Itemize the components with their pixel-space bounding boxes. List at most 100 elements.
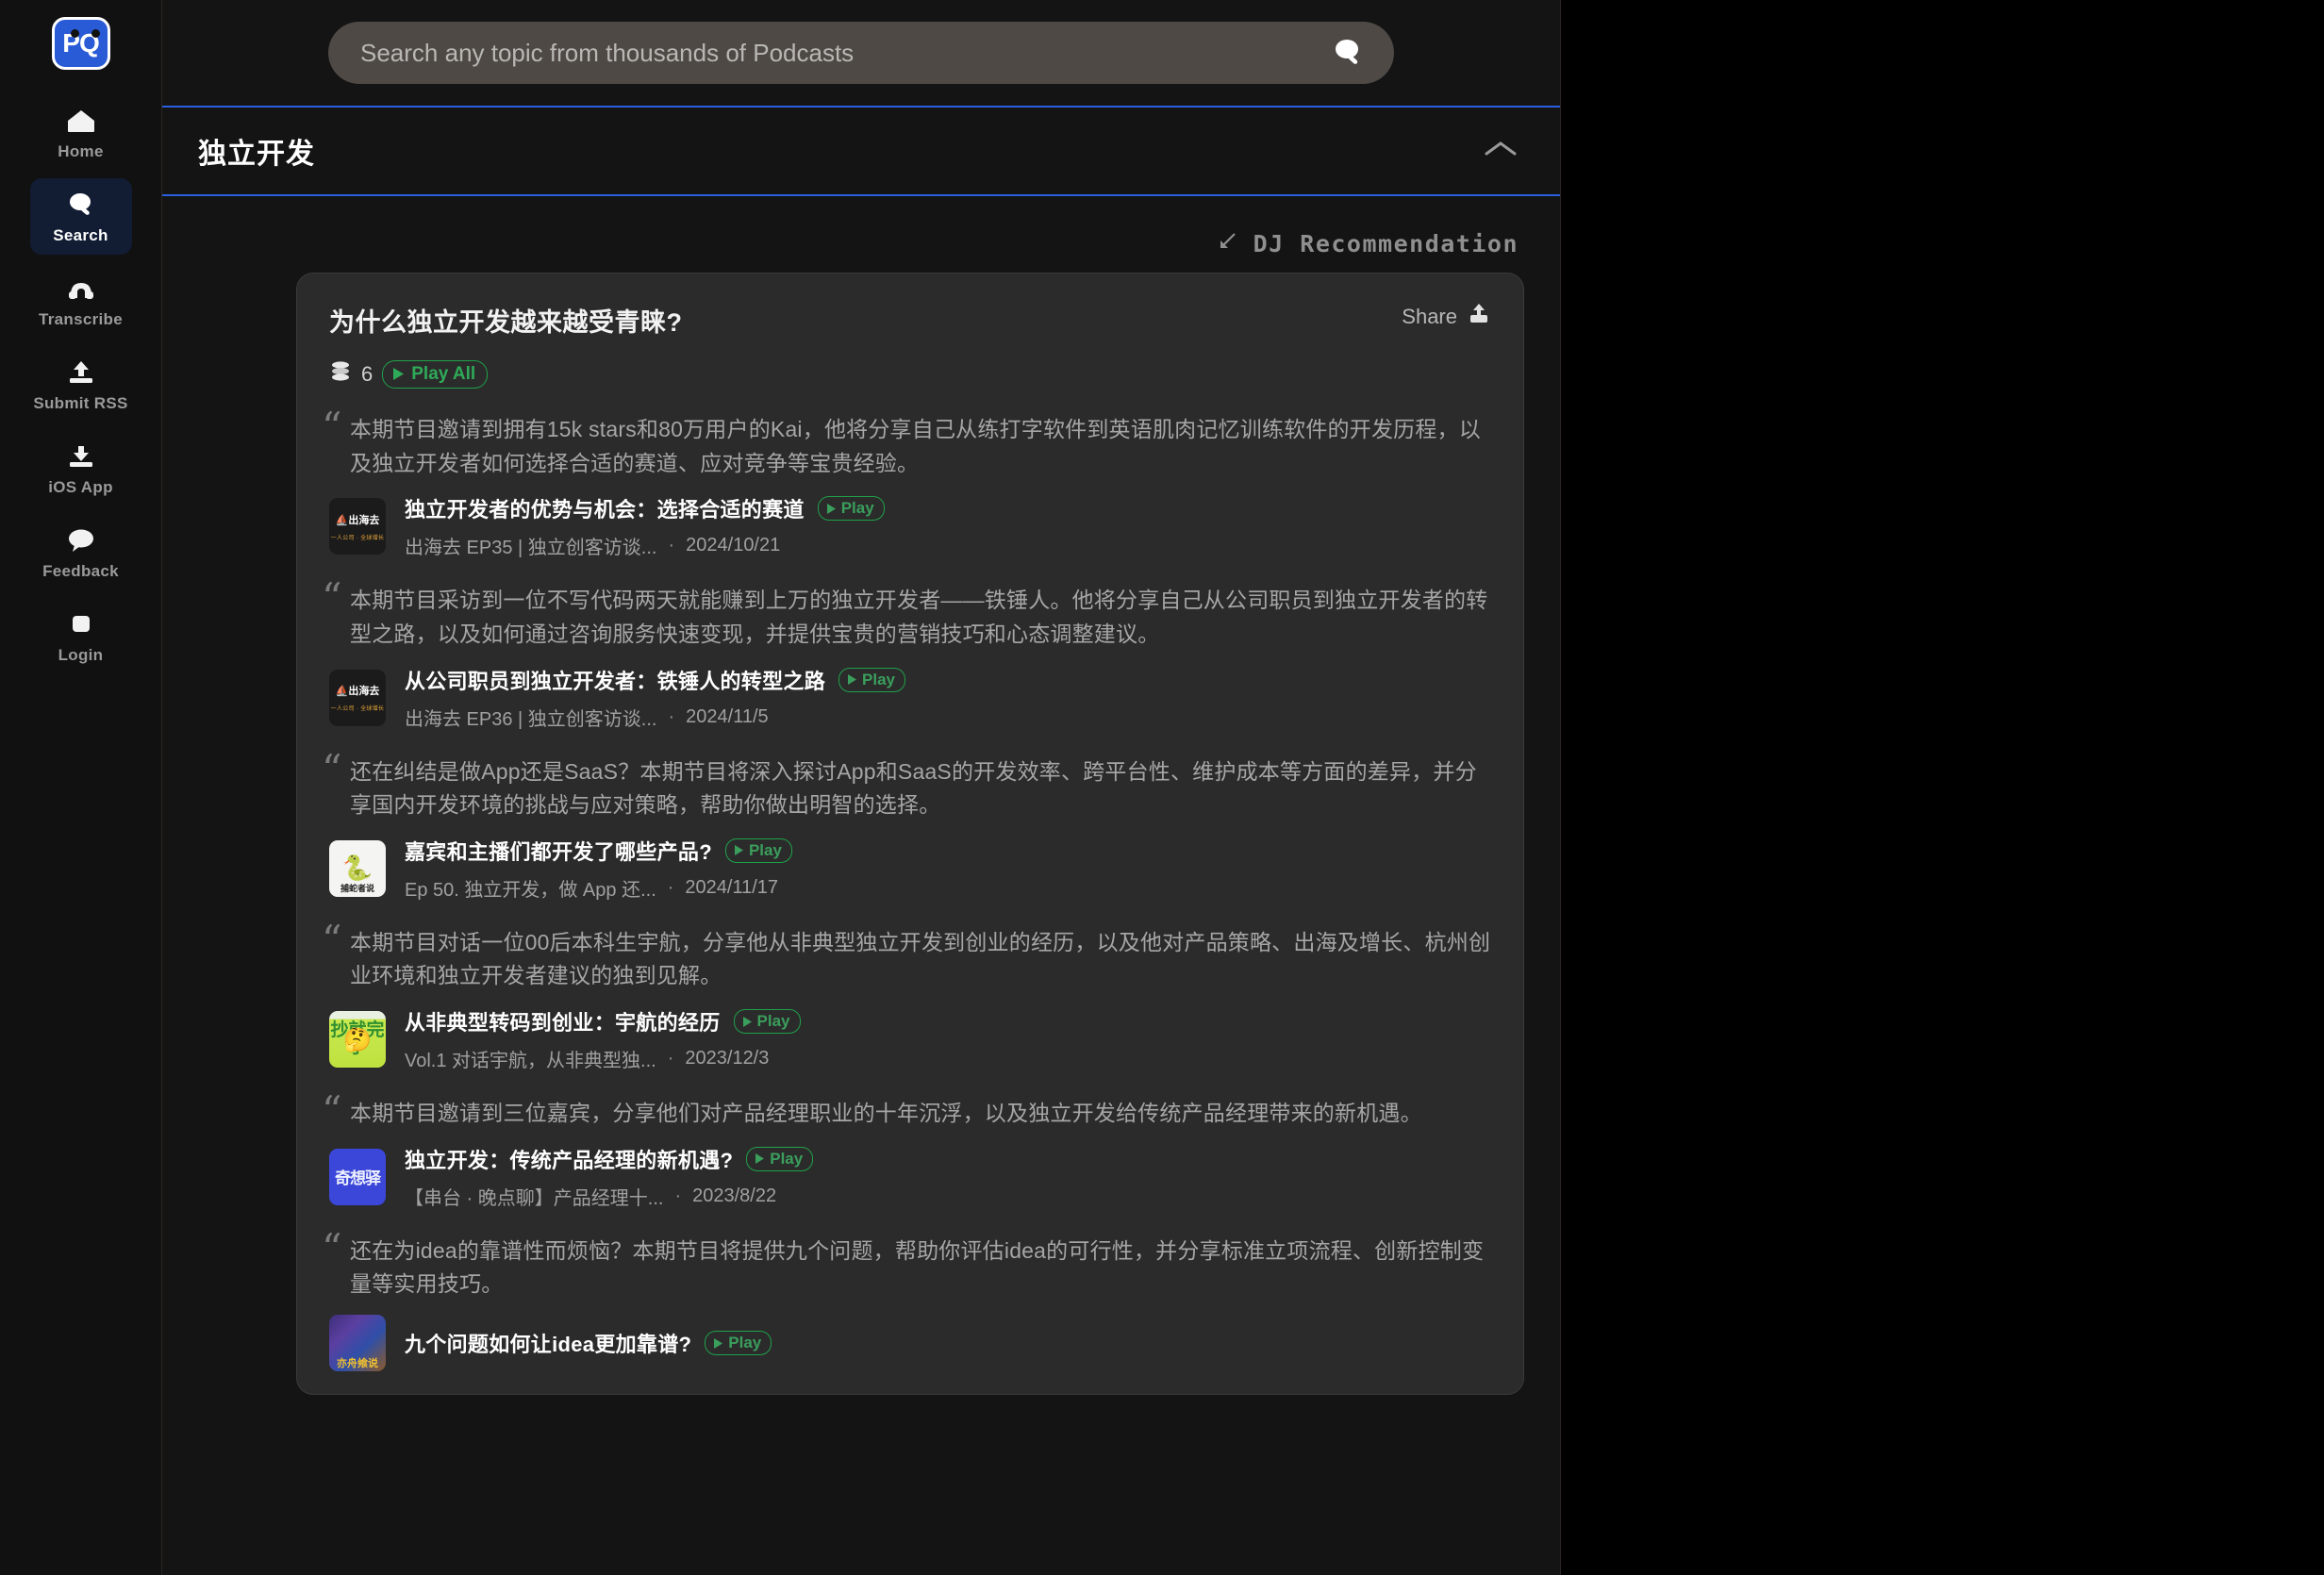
- sidebar-item-transcribe[interactable]: Transcribe: [30, 262, 132, 339]
- sidebar-item-feedback[interactable]: Feedback: [30, 514, 132, 590]
- episode-info: 从非典型转码到创业：宇航的经历 Play Vol.1 对话宇航，从非典型独...…: [405, 1006, 801, 1072]
- episode-title-line: 嘉宾和主播们都开发了哪些产品? Play: [405, 836, 792, 866]
- search-input-placeholder[interactable]: Search any topic from thousands of Podca…: [360, 39, 1328, 68]
- episode-item: “ 本期节目对话一位00后本科生宇航，分享他从非典型独立开发到创业的经历，以及他…: [322, 920, 1491, 1072]
- sidebar-item-home[interactable]: Home: [30, 94, 132, 171]
- episode-thumbnail[interactable]: 🐍 捕蛇者说: [329, 839, 386, 897]
- card-meta-row: 6 Play All: [329, 359, 1491, 389]
- play-button[interactable]: Play: [838, 667, 905, 692]
- search-submit-icon[interactable]: [1328, 32, 1370, 74]
- logo-earbud-right: [91, 29, 100, 38]
- arrow-down-left-icon: [1216, 230, 1238, 257]
- episode-row[interactable]: 奇想驿 独立开发：传统产品经理的新机遇? Play 【串台 · 晚点聊】产品经理…: [329, 1144, 1491, 1210]
- episode-description: 本期节目邀请到拥有15k stars和80万用户的Kai，他将分享自己从练打字软…: [350, 417, 1481, 475]
- sidebar-item-submit-rss-label: Submit RSS: [33, 394, 128, 412]
- play-triangle-icon: [826, 503, 836, 514]
- sidebar-item-home-label: Home: [58, 142, 104, 160]
- thumbnail-sub-text: 亦舟飨说: [337, 1358, 378, 1370]
- play-label: Play: [728, 1334, 762, 1352]
- episode-info: 九个问题如何让idea更加靠谱? Play: [405, 1328, 772, 1358]
- episode-subtitle: 【串台 · 晚点聊】产品经理十... · 2023/8/22: [405, 1183, 813, 1210]
- sidebar-item-login[interactable]: Login: [30, 598, 132, 674]
- separator-dot: ·: [674, 1185, 682, 1206]
- episode-thumbnail[interactable]: 抄就完了 🤔: [329, 1011, 386, 1069]
- thumbnail-main-text: ⛵出海去: [335, 514, 380, 526]
- episode-description: 还在为idea的靠谱性而烦恼？本期节目将提供九个问题，帮助你评估idea的可行性…: [350, 1237, 1485, 1297]
- episode-thumbnail[interactable]: 亦舟飨说: [329, 1315, 386, 1372]
- episode-row[interactable]: ⛵出海去 一人公司 · 全球增长 独立开发者的优势与机会：选择合适的赛道 Pla…: [329, 493, 1491, 559]
- episode-item: “ 本期节目邀请到拥有15k stars和80万用户的Kai，他将分享自己从练打…: [322, 407, 1491, 559]
- transcribe-icon: [65, 274, 97, 304]
- episode-subtitle: 出海去 EP36 | 独立创客访谈... · 2024/11/5: [405, 704, 905, 731]
- episode-date: 2024/11/5: [686, 705, 769, 727]
- chevron-up-icon[interactable]: [1483, 138, 1519, 165]
- episode-title-line: 从公司职员到独立开发者：铁锤人的转型之路 Play: [405, 665, 905, 695]
- sidebar-item-search[interactable]: Search: [29, 178, 132, 255]
- episode-subtitle: Vol.1 对话宇航，从非典型独... · 2023/12/3: [405, 1045, 801, 1072]
- separator-dot: ·: [668, 705, 675, 727]
- play-all-button[interactable]: Play All: [382, 359, 489, 389]
- episode-title: 独立开发者的优势与机会：选择合适的赛道: [405, 498, 805, 522]
- episode-description-wrap: “ 本期节目邀请到三位嘉宾，分享他们对产品经理职业的十年沉浮，以及独立开发给传统…: [322, 1091, 1491, 1131]
- episode-title: 独立开发：传统产品经理的新机遇?: [405, 1148, 734, 1172]
- episode-title: 嘉宾和主播们都开发了哪些产品?: [405, 839, 712, 864]
- sidebar-item-submit-rss[interactable]: Submit RSS: [30, 346, 132, 423]
- play-triangle-icon: [393, 368, 405, 380]
- play-button[interactable]: Play: [817, 496, 885, 522]
- play-button[interactable]: Play: [724, 837, 792, 863]
- episode-info: 从公司职员到独立开发者：铁锤人的转型之路 Play 出海去 EP36 | 独立创…: [405, 665, 905, 731]
- play-button[interactable]: Play: [705, 1331, 772, 1356]
- episode-podcast-name: 【串台 · 晚点聊】产品经理十...: [405, 1187, 664, 1209]
- episode-description: 本期节目邀请到三位嘉宾，分享他们对产品经理职业的十年沉浮，以及独立开发给传统产品…: [350, 1101, 1422, 1126]
- thumbnail-emoji-icon: 🤔: [343, 1027, 372, 1053]
- episode-description-wrap: “ 本期节目对话一位00后本科生宇航，分享他从非典型独立开发到创业的经历，以及他…: [322, 920, 1491, 993]
- play-button[interactable]: Play: [733, 1009, 801, 1035]
- play-triangle-icon: [742, 1016, 752, 1027]
- episode-row[interactable]: ⛵出海去 一人公司 · 全球增长 从公司职员到独立开发者：铁锤人的转型之路 Pl…: [329, 665, 1491, 731]
- episode-row[interactable]: 🐍 捕蛇者说 嘉宾和主播们都开发了哪些产品? Play Ep 50. 独立开发，…: [329, 836, 1491, 902]
- play-label: Play: [748, 840, 782, 859]
- episode-thumbnail[interactable]: 奇想驿: [329, 1148, 386, 1205]
- separator-dot: ·: [668, 535, 675, 556]
- episode-podcast-name: 出海去 EP36 | 独立创客访谈...: [405, 708, 657, 730]
- quote-icon: “: [322, 1224, 342, 1271]
- thumbnail-main-text: 🐍: [341, 853, 374, 882]
- episode-thumbnail[interactable]: ⛵出海去 一人公司 · 全球增长: [329, 669, 386, 726]
- logo-earbud-left: [70, 29, 79, 38]
- episode-title-line: 独立开发者的优势与机会：选择合适的赛道 Play: [405, 493, 885, 523]
- search-bar[interactable]: Search any topic from thousands of Podca…: [328, 22, 1394, 84]
- thumbnail-sub-text: 捕蛇者说: [340, 883, 374, 893]
- app-logo[interactable]: PQ: [51, 17, 110, 70]
- episode-subtitle: 出海去 EP35 | 独立创客访谈... · 2024/10/21: [405, 532, 885, 559]
- episode-podcast-name: Ep 50. 独立开发，做 App 还...: [405, 879, 656, 901]
- episode-item: “ 本期节目采访到一位不写代码两天就能赚到上万的独立开发者——铁锤人。他将分享自…: [322, 578, 1491, 731]
- sidebar-item-search-label: Search: [53, 226, 108, 244]
- episode-row[interactable]: 抄就完了 🤔 从非典型转码到创业：宇航的经历 Play Vol.1 对话宇航，从…: [329, 1006, 1491, 1072]
- episode-count: 6: [361, 361, 374, 386]
- share-button[interactable]: Share: [1402, 302, 1491, 331]
- episode-row[interactable]: 亦舟飨说 九个问题如何让idea更加靠谱? Play: [329, 1315, 1491, 1372]
- main-content: Search any topic from thousands of Podca…: [162, 0, 1561, 1575]
- dj-recommendation-row: DJ Recommendation: [162, 196, 1560, 273]
- stack-icon: [329, 359, 352, 389]
- share-label: Share: [1402, 304, 1457, 328]
- episode-title-line: 从非典型转码到创业：宇航的经历 Play: [405, 1006, 801, 1036]
- episode-thumbnail[interactable]: ⛵出海去 一人公司 · 全球增长: [329, 498, 386, 555]
- episode-info: 独立开发：传统产品经理的新机遇? Play 【串台 · 晚点聊】产品经理十...…: [405, 1144, 814, 1210]
- episode-description-wrap: “ 还在为idea的靠谱性而烦恼？本期节目将提供九个问题，帮助你评估idea的可…: [322, 1228, 1491, 1301]
- thumbnail-main-text: 奇想驿: [335, 1169, 381, 1188]
- recommendation-card: 为什么独立开发越来越受青睐? Share 6 Play All “ 本期节目邀请…: [296, 273, 1524, 1396]
- episode-item: “ 还在纠结是做App还是SaaS？本期节目将深入探讨App和SaaS的开发效率…: [322, 749, 1491, 902]
- episode-date: 2023/8/22: [692, 1185, 777, 1206]
- play-button[interactable]: Play: [746, 1146, 814, 1171]
- episode-podcast-name: Vol.1 对话宇航，从非典型独...: [405, 1051, 656, 1072]
- episode-podcast-name: 出海去 EP35 | 独立创客访谈...: [405, 538, 657, 559]
- sidebar-item-ios-app[interactable]: iOS App: [30, 430, 132, 506]
- episode-title: 从非典型转码到创业：宇航的经历: [405, 1011, 721, 1036]
- thumbnail-main-text: ⛵出海去: [335, 686, 380, 698]
- section-header: 独立开发: [162, 106, 1560, 196]
- quote-icon: “: [322, 404, 342, 450]
- sidebar: PQ Home Search Transcribe Submit RSS iOS…: [0, 0, 162, 1575]
- chat-bubble-icon: [65, 525, 97, 555]
- episode-date: 2024/10/21: [686, 535, 781, 556]
